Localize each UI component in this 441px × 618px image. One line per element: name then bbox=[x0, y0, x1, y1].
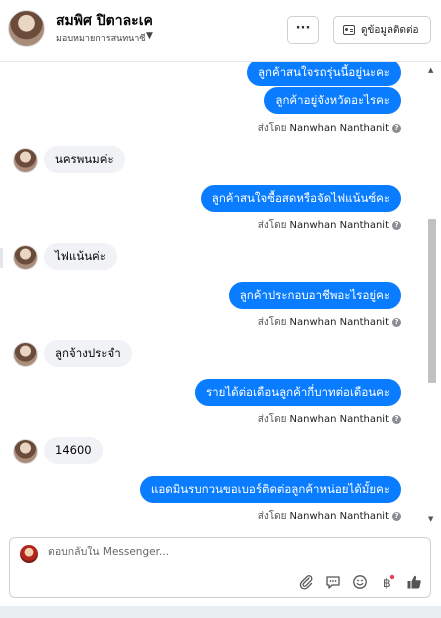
more-options-button[interactable]: ··· bbox=[287, 16, 319, 44]
sent-by-line: ส่งโดย Nanwhan Nanthanit ? bbox=[258, 509, 401, 524]
reply-input[interactable] bbox=[48, 546, 348, 558]
contact-avatar-small bbox=[13, 148, 38, 173]
sent-by-label: ส่งโดย bbox=[257, 511, 287, 522]
contact-avatar-small bbox=[13, 342, 38, 367]
agent-name: Nanwhan Nanthanit bbox=[289, 123, 389, 134]
question-icon[interactable]: ? bbox=[392, 124, 401, 133]
chevron-down-icon[interactable]: ▼ bbox=[146, 31, 153, 41]
incoming-message: ไฟแน้นค่ะ bbox=[44, 243, 117, 270]
paperclip-icon[interactable] bbox=[298, 574, 314, 590]
contact-name[interactable]: สมพิศ ปิตาละเค bbox=[56, 10, 153, 32]
outgoing-message: ลูกค้าอยู่จังหวัดอะไรคะ bbox=[264, 87, 401, 114]
contact-avatar-small bbox=[13, 245, 38, 270]
reply-composer: ฿ bbox=[9, 537, 431, 598]
speech-bubble-icon[interactable] bbox=[325, 574, 341, 590]
outgoing-message: ลูกค้าสนใจซื้อสดหรือจัดไฟแน้นซ์คะ bbox=[200, 185, 401, 212]
contact-avatar-small bbox=[13, 439, 38, 464]
sent-by-label: ส่งโดย bbox=[257, 414, 287, 425]
sent-by-label: ส่งโดย bbox=[257, 317, 287, 328]
svg-text:฿: ฿ bbox=[383, 576, 391, 590]
emoji-icon[interactable] bbox=[352, 574, 368, 590]
incoming-message: นครพนมค่ะ bbox=[44, 146, 125, 173]
outgoing-message: รายได้ต่อเดือนลูกค้ากี่บาทต่อเดือนคะ bbox=[194, 379, 401, 406]
composer-toolbar: ฿ bbox=[298, 574, 422, 590]
sent-by-label: ส่งโดย bbox=[257, 123, 287, 134]
view-contact-label: ดูข้อมูลติดต่อ bbox=[361, 24, 419, 36]
bottom-strip bbox=[0, 606, 441, 618]
sent-by-line: ส่งโดย Nanwhan Nanthanit ? bbox=[258, 218, 401, 233]
incoming-message: 14600 bbox=[44, 437, 103, 464]
incoming-message: ลูกจ้างประจำ bbox=[44, 340, 132, 367]
contact-card-icon bbox=[343, 25, 355, 35]
scroll-down-arrow-icon[interactable]: ▼ bbox=[428, 515, 433, 523]
sent-by-label: ส่งโดย bbox=[257, 220, 287, 231]
message-scrollbar[interactable]: ▲ ▼ bbox=[426, 62, 438, 525]
question-icon[interactable]: ? bbox=[392, 318, 401, 327]
outgoing-message: แอดมินรบกวนขอเบอร์ติดต่อลูกค้าหน่อยได้มั… bbox=[139, 476, 401, 503]
side-tab bbox=[0, 248, 3, 268]
question-icon[interactable]: ? bbox=[392, 512, 401, 521]
sent-by-line: ส่งโดย Nanwhan Nanthanit ? bbox=[258, 121, 401, 136]
sent-by-line: ส่งโดย Nanwhan Nanthanit ? bbox=[258, 412, 401, 427]
message-list: ลูกค้าสนใจรถรุ่นนี้อยู่นะคะ ลูกค้าอยู่จั… bbox=[0, 62, 441, 525]
agent-name: Nanwhan Nanthanit bbox=[289, 317, 389, 328]
agent-name: Nanwhan Nanthanit bbox=[289, 511, 389, 522]
agent-name: Nanwhan Nanthanit bbox=[289, 220, 389, 231]
outgoing-message: ลูกค้าประกอบอาชีพอะไรอยู่คะ bbox=[228, 282, 401, 309]
conversation-header: สมพิศ ปิตาละเค มอบหมายการสนทนาซี ▼ ··· ด… bbox=[0, 0, 441, 62]
thumbs-up-icon[interactable] bbox=[406, 574, 422, 590]
scroll-up-arrow-icon[interactable]: ▲ bbox=[428, 66, 433, 74]
page-avatar bbox=[20, 545, 38, 563]
outgoing-message: ลูกค้าสนใจรถรุ่นนี้อยู่นะคะ bbox=[247, 62, 401, 86]
sent-by-line: ส่งโดย Nanwhan Nanthanit ? bbox=[258, 315, 401, 330]
assign-conversation-label[interactable]: มอบหมายการสนทนาซี bbox=[56, 31, 145, 45]
agent-name: Nanwhan Nanthanit bbox=[289, 414, 389, 425]
scrollbar-thumb[interactable] bbox=[428, 219, 436, 383]
contact-avatar[interactable] bbox=[8, 10, 45, 47]
question-icon[interactable]: ? bbox=[392, 415, 401, 424]
baht-icon[interactable]: ฿ bbox=[379, 574, 395, 590]
question-icon[interactable]: ? bbox=[392, 221, 401, 230]
view-contact-button[interactable]: ดูข้อมูลติดต่อ bbox=[333, 16, 431, 44]
